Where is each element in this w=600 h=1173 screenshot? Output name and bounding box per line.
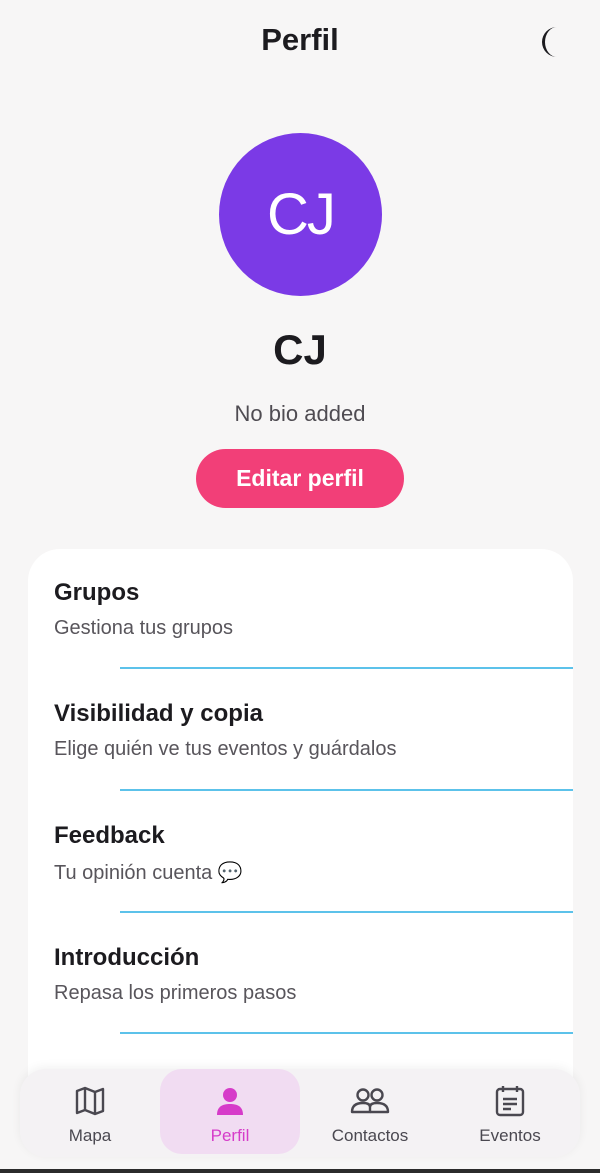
menu-item-title: Introducción [54,944,200,971]
menu-divider [120,789,573,791]
menu-item-subtitle: Repasa los primeros pasos [54,982,297,1004]
menu-item-subtitle: Tu opinión cuenta 💬 [54,862,243,884]
avatar[interactable]: CJ [219,133,382,296]
menu-divider [120,911,573,913]
menu-item-title: Feedback [54,822,165,849]
bottom-navigation: Mapa Perfil Contactos Eventos [20,1069,580,1157]
menu-item-title: Visibilidad y copia [54,700,263,727]
theme-toggle-button[interactable] [530,22,570,62]
menu-item-subtitle: Gestiona tus grupos [54,617,233,639]
menu-item-visibilidad[interactable]: Visibilidad y copia Elige quién ve tus e… [28,670,573,792]
nav-item-eventos[interactable]: Eventos [440,1069,580,1157]
menu-item-subtitle: Elige quién ve tus eventos y guárdalos [54,738,397,760]
system-gesture-bar [0,1169,600,1173]
menu-item-introduccion[interactable]: Introducción Repasa los primeros pasos [28,914,573,1036]
nav-label: Contactos [331,1126,409,1145]
settings-menu: Grupos Gestiona tus grupos Visibilidad y… [28,549,573,1089]
menu-item-grupos[interactable]: Grupos Gestiona tus grupos [28,549,573,671]
user-name: CJ [273,326,327,373]
people-icon [350,1088,390,1114]
edit-profile-button[interactable]: Editar perfil [196,449,404,508]
avatar-initials: CJ [267,182,336,247]
menu-item-title: Grupos [54,579,140,606]
nav-item-perfil[interactable]: Perfil [160,1069,300,1157]
page-title: Perfil [261,22,339,57]
menu-divider [120,667,573,669]
nav-label: Perfil [210,1126,250,1145]
nav-label: Mapa [68,1126,112,1145]
nav-label: Eventos [479,1126,541,1145]
calendar-icon [495,1086,525,1117]
map-icon [75,1086,105,1116]
user-bio: No bio added [234,401,366,426]
person-icon [217,1088,243,1115]
nav-item-contactos[interactable]: Contactos [300,1069,440,1157]
nav-item-mapa[interactable]: Mapa [20,1069,160,1157]
menu-item-feedback[interactable]: Feedback Tu opinión cuenta 💬 [28,792,573,914]
app-header: Perfil [0,0,600,84]
menu-divider [120,1032,573,1034]
moon-icon [542,27,557,57]
